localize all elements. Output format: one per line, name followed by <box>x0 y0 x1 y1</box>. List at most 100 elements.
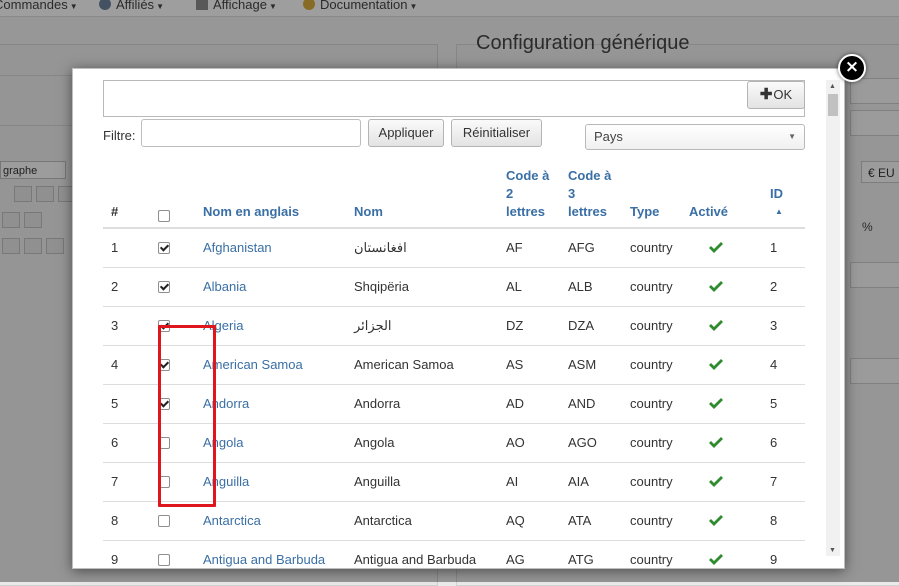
cell-code3: DZA <box>568 318 594 333</box>
row-checkbox[interactable] <box>158 515 170 527</box>
cell-id: 8 <box>770 513 778 528</box>
active-check-icon <box>709 398 723 409</box>
type-select[interactable]: Pays ▼ <box>585 124 805 150</box>
cell-id: 4 <box>770 357 778 372</box>
active-check-icon <box>709 242 723 253</box>
cell-name: الجزائر <box>354 318 392 333</box>
cell-id: 9 <box>770 552 778 567</box>
cell-type: country <box>630 318 673 333</box>
plus-icon: ✚ <box>759 86 773 103</box>
cell-type: country <box>630 240 673 255</box>
cell-num: 1 <box>111 240 119 255</box>
active-check-icon <box>709 515 723 526</box>
row-checkbox[interactable] <box>158 281 170 293</box>
sort-ascending-icon: ▲ <box>775 207 783 216</box>
cell-type: country <box>630 396 673 411</box>
filter-input[interactable] <box>141 119 361 147</box>
cell-code2: AI <box>506 474 519 489</box>
cell-id: 3 <box>770 318 778 333</box>
cell-num: 3 <box>111 318 119 333</box>
cell-code2: AG <box>506 552 525 567</box>
cell-code3: AND <box>568 396 596 411</box>
cell-code2: AL <box>506 279 522 294</box>
table-row: 9 Antigua and Barbuda Antigua and Barbuda A… <box>103 541 805 568</box>
filter-label: Filtre: <box>103 128 136 143</box>
cell-name: Anguilla <box>354 474 401 489</box>
cell-id: 6 <box>770 435 778 450</box>
cell-num: 6 <box>111 435 119 450</box>
cell-num: 8 <box>111 513 119 528</box>
cell-code3: ALB <box>568 279 593 294</box>
english-name-link[interactable]: American Samoa <box>203 357 303 372</box>
cell-name: Andorra <box>354 396 401 411</box>
col-english-name[interactable]: Nom en anglais <box>203 203 299 221</box>
active-check-icon <box>709 554 723 565</box>
cell-name: Antigua and Barbuda <box>354 552 477 567</box>
row-checkbox[interactable] <box>158 554 170 566</box>
country-selection-modal: ✚OK Filtre: Appliquer Réinitialiser Pays… <box>72 68 845 569</box>
active-check-icon <box>709 281 723 292</box>
selected-values-box[interactable] <box>103 80 805 117</box>
active-check-icon <box>709 437 723 448</box>
active-check-icon <box>709 320 723 331</box>
apply-button[interactable]: Appliquer <box>368 119 444 147</box>
cell-code2: AQ <box>506 513 525 528</box>
table-row: 2 Albania Shqipëria AL ALB country 2 <box>103 268 805 307</box>
cell-code2: AO <box>506 435 525 450</box>
cell-code2: DZ <box>506 318 524 333</box>
col-type[interactable]: Type <box>630 203 659 221</box>
reset-button[interactable]: Réinitialiser <box>451 119 542 147</box>
english-name-link[interactable]: Antigua and Barbuda <box>203 552 325 567</box>
cell-id: 5 <box>770 396 778 411</box>
cell-id: 1 <box>770 240 778 255</box>
cell-type: country <box>630 474 673 489</box>
cell-code3: ASM <box>568 357 597 372</box>
col-active[interactable]: Activé <box>689 203 728 221</box>
scroll-thumb[interactable] <box>828 94 838 116</box>
cell-name: Angola <box>354 435 395 450</box>
cell-num: 7 <box>111 474 119 489</box>
cell-code3: AGO <box>568 435 597 450</box>
cell-num: 9 <box>111 552 119 567</box>
table-header: # Nom en anglais Nom Code à 2 lettres Co… <box>103 159 805 229</box>
cell-code3: ATA <box>568 513 592 528</box>
col-code2[interactable]: Code à 2 lettres <box>506 167 549 221</box>
cell-name: Shqipëria <box>354 279 409 294</box>
cell-code3: AFG <box>568 240 595 255</box>
active-check-icon <box>709 359 723 370</box>
cell-type: country <box>630 357 673 372</box>
dropdown-arrow-icon: ▼ <box>788 132 796 141</box>
scroll-down-icon[interactable]: ▼ <box>829 547 836 554</box>
cell-type: country <box>630 435 673 450</box>
close-icon[interactable]: × <box>838 54 866 82</box>
cell-id: 2 <box>770 279 778 294</box>
cell-code2: AF <box>506 240 523 255</box>
col-id[interactable]: ID ▲ <box>770 185 783 221</box>
col-number: # <box>111 204 119 219</box>
cell-code3: ATG <box>568 552 594 567</box>
cell-code3: AIA <box>568 474 589 489</box>
scroll-up-icon[interactable]: ▲ <box>829 83 836 90</box>
col-code3[interactable]: Code à 3 lettres <box>568 167 611 221</box>
col-name[interactable]: Nom <box>354 203 383 221</box>
cell-type: country <box>630 552 673 567</box>
cell-num: 2 <box>111 279 119 294</box>
cell-code2: AS <box>506 357 524 372</box>
highlight-rectangle <box>158 325 216 507</box>
cell-num: 5 <box>111 396 119 411</box>
cell-name: American Samoa <box>354 357 454 372</box>
active-check-icon <box>709 476 723 487</box>
english-name-link[interactable]: Antarctica <box>203 513 261 528</box>
modal-scrollbar[interactable]: ▲ ▼ <box>826 80 840 556</box>
cell-type: country <box>630 513 673 528</box>
english-name-link[interactable]: Albania <box>203 279 246 294</box>
cell-type: country <box>630 279 673 294</box>
select-all-checkbox[interactable] <box>158 210 170 222</box>
table-row: 8 Antarctica Antarctica AQ ATA country 8 <box>103 502 805 541</box>
cell-name: افغانستان <box>354 240 407 255</box>
cell-num: 4 <box>111 357 119 372</box>
row-checkbox[interactable] <box>158 242 170 254</box>
english-name-link[interactable]: Afghanistan <box>203 240 272 255</box>
cell-name: Antarctica <box>354 513 412 528</box>
ok-button[interactable]: ✚OK <box>747 81 805 109</box>
